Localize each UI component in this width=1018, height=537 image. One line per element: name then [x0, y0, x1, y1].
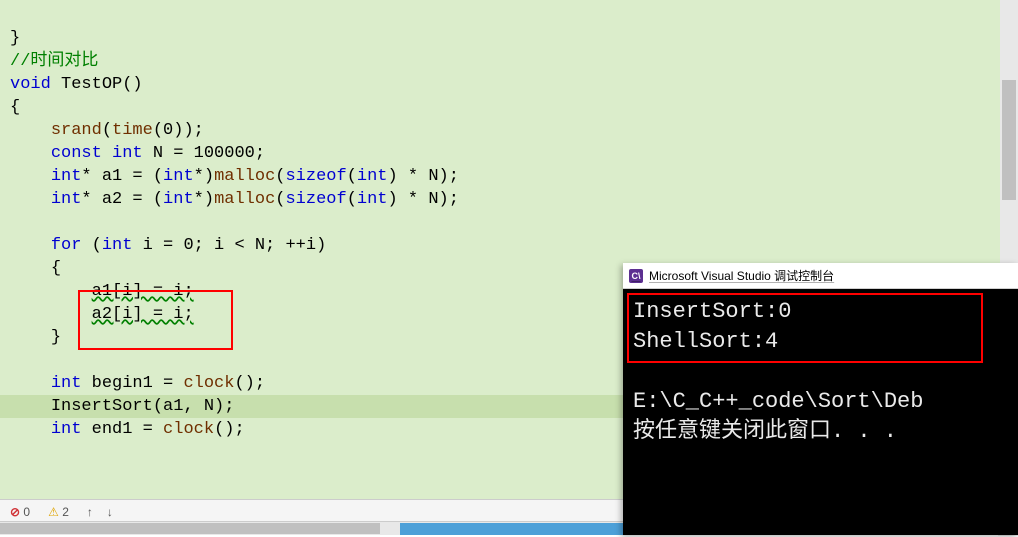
error-icon: ⊘ [10, 505, 20, 519]
console-titlebar[interactable]: C\ Microsoft Visual Studio 调试控制台 [623, 263, 1018, 289]
code-line: srand(time(0)); [10, 121, 204, 140]
arrow-down-icon[interactable]: ↓ [107, 505, 113, 519]
console-window[interactable]: C\ Microsoft Visual Studio 调试控制台 InsertS… [623, 263, 1018, 535]
code-line: a1[i] = i; [10, 282, 194, 301]
blank-line [10, 213, 20, 232]
warning-icon: ⚠ [48, 505, 59, 519]
code-line: a2[i] = i; [10, 305, 194, 324]
vs-icon: C\ [629, 269, 643, 283]
code-line: int begin1 = clock(); [10, 374, 265, 393]
blank-line [10, 351, 20, 370]
code-line: } [10, 29, 20, 48]
error-count[interactable]: ⊘ 0 [10, 505, 30, 519]
code-line: void TestOP() [10, 75, 143, 94]
scrollbar-thumb[interactable] [1002, 80, 1016, 200]
warning-count[interactable]: ⚠ 2 [48, 505, 69, 519]
code-line: const int N = 100000; [10, 144, 265, 163]
arrow-up-icon[interactable]: ↑ [87, 505, 93, 519]
code-line: { [10, 98, 20, 117]
console-output: InsertSort:0 ShellSort:4 E:\C_C++_code\S… [623, 289, 1018, 455]
scrollbar-thumb[interactable] [0, 523, 380, 534]
code-line: for (int i = 0; i < N; ++i) [10, 236, 326, 255]
code-line: int end1 = clock(); [10, 420, 245, 439]
code-line: int* a2 = (int*)malloc(sizeof(int) * N); [10, 190, 459, 209]
code-line: { [10, 259, 61, 278]
comment: //时间对比 [10, 52, 98, 71]
code-line: } [10, 328, 61, 347]
code-line: int* a1 = (int*)malloc(sizeof(int) * N); [10, 167, 459, 186]
console-title-text: Microsoft Visual Studio 调试控制台 [649, 267, 834, 284]
